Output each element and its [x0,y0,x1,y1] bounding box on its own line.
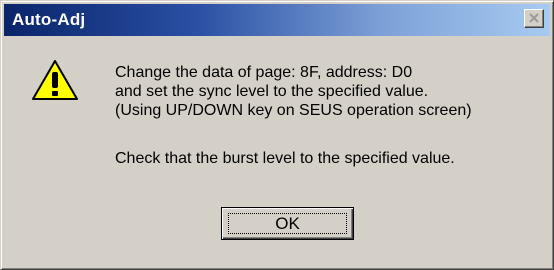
title-bar[interactable]: Auto-Adj [4,4,550,36]
close-icon [529,13,539,23]
window-title: Auto-Adj [12,10,86,29]
auto-adj-dialog: Auto-Adj Change the data of page: 8F, ad… [0,0,554,270]
message-line: and set the sync level to the specified … [115,83,429,100]
message-line: Check that the burst level to the specif… [115,150,455,167]
ok-button[interactable]: OK [221,207,354,240]
message-line: (Using UP/DOWN key on SEUS operation scr… [115,102,472,119]
dialog-message: Change the data of page: 8F, address: D0… [115,63,472,168]
message-line: Change the data of page: 8F, address: D0 [115,64,413,81]
ok-button-label: OK [275,214,300,233]
warning-icon [32,60,78,100]
close-button[interactable] [524,9,544,28]
